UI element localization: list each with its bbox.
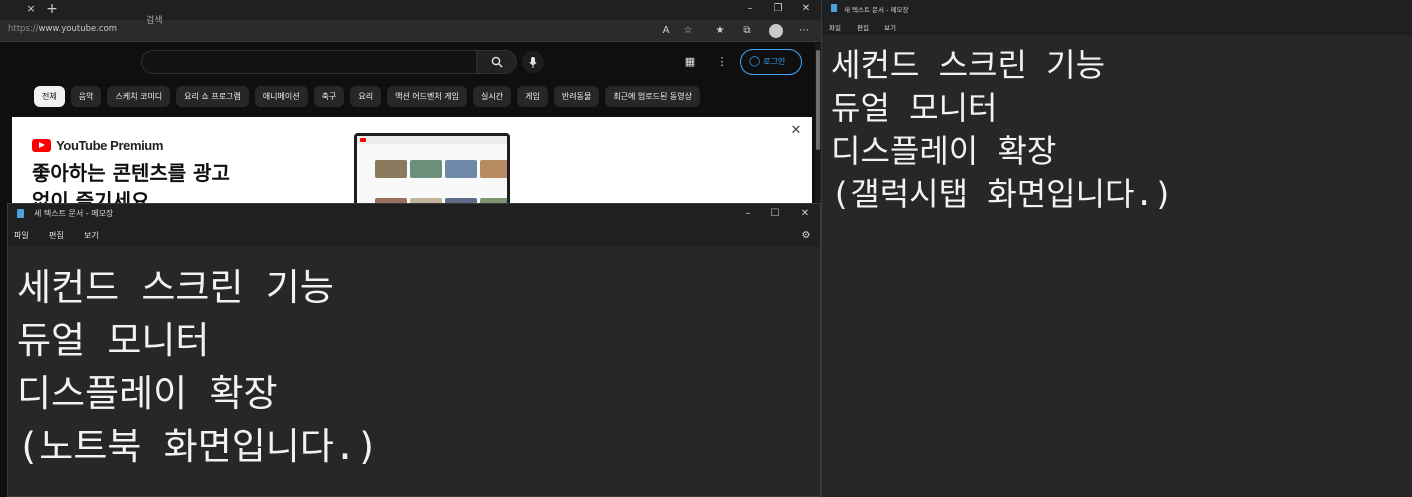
search-placeholder: 검색 <box>146 16 163 26</box>
more-menu-icon[interactable]: ⋯ <box>797 24 811 38</box>
sign-in-label: 로그인 <box>763 57 786 66</box>
chip[interactable]: 스케치 코미디 <box>107 86 171 107</box>
scrollbar-thumb[interactable] <box>816 50 820 150</box>
chip[interactable]: 실시간 <box>473 86 512 107</box>
tab-close-icon[interactable]: × <box>24 2 38 16</box>
text-line: (갤럭시탭 화면입니다.) <box>831 175 1174 213</box>
menu-edit[interactable]: 편집 <box>857 22 869 32</box>
url-text[interactable]: https://www.youtube.com <box>8 24 117 34</box>
search-button[interactable] <box>477 50 517 74</box>
window-title: 새 텍스트 문서 - 메모장 <box>844 6 909 14</box>
favorites-icon[interactable]: ★ <box>713 24 727 38</box>
minimize-button[interactable]: – <box>742 2 758 16</box>
text-line: 디스플레이 확장 <box>831 132 1057 170</box>
youtube-play-icon <box>32 139 51 152</box>
document-text-area[interactable]: 세컨드 스크린 기능 듀얼 모니터 디스플레이 확장 (노트북 화면입니다.) <box>17 261 797 473</box>
notepad-icon <box>831 4 837 12</box>
chip[interactable]: 애니메이션 <box>254 86 308 107</box>
tab-strip: × + – ❐ ✕ <box>0 0 821 20</box>
text-line: 세컨드 스크린 기능 <box>17 266 334 309</box>
chip[interactable]: 반려동물 <box>553 86 600 107</box>
menu-bar: 파일 편집 보기 <box>822 18 1412 35</box>
search-icon <box>491 56 502 68</box>
notepad-window-tablet: 새 텍스트 문서 - 메모장 파일 편집 보기 세컨드 스크린 기능 듀얼 모니… <box>821 0 1412 497</box>
menu-file[interactable]: 파일 <box>829 22 841 32</box>
text-line: 세컨드 스크린 기능 <box>831 46 1106 84</box>
read-aloud-icon[interactable]: A <box>659 24 673 38</box>
document-text-area[interactable]: 세컨드 스크린 기능 듀얼 모니터 디스플레이 확장 (갤럭시탭 화면입니다.) <box>831 44 1401 216</box>
premium-promo-banner: YouTube Premium 좋아하는 콘텐츠를 광고 없이 즐기세요 ✕ <box>12 117 812 223</box>
text-line: 듀얼 모니터 <box>17 319 210 362</box>
window-title: 세 텍스트 문서 - 메모장 <box>34 209 114 218</box>
voice-search-button[interactable] <box>522 51 544 73</box>
chip[interactable]: 음악 <box>70 86 102 107</box>
close-button[interactable]: ✕ <box>797 207 813 221</box>
text-line: 디스플레이 확장 <box>17 372 278 415</box>
apps-grid-icon[interactable]: ▦ <box>683 55 697 69</box>
search-input[interactable] <box>141 50 477 74</box>
close-promo-icon[interactable]: ✕ <box>788 123 804 139</box>
address-bar[interactable]: https://www.youtube.com A ☆ ★ ⧉ ⋯ <box>0 20 821 42</box>
minimize-button[interactable]: – <box>740 207 756 221</box>
chip[interactable]: 최근에 업로드된 동영상 <box>605 86 700 107</box>
menu-file[interactable]: 파일 <box>14 230 29 241</box>
url-scheme: https:// <box>8 24 39 34</box>
profile-avatar[interactable] <box>769 24 783 38</box>
menu-view[interactable]: 보기 <box>884 22 896 32</box>
category-chips: 전체 음악 스케치 코미디 요리 쇼 프로그램 애니메이션 축구 요리 액션 어드벤처 게임 실… <box>34 86 706 108</box>
settings-more-icon[interactable]: ⋮ <box>715 55 729 69</box>
youtube-premium-logo: YouTube Premium <box>32 135 163 153</box>
text-line: 듀얼 모니터 <box>831 89 998 127</box>
title-bar: 새 텍스트 문서 - 메모장 <box>822 0 1412 18</box>
menu-bar: 파일 편집 보기 <box>8 224 820 247</box>
chip[interactable]: 게임 <box>517 86 548 107</box>
desktop: × + – ❐ ✕ https://www.youtube.com A ☆ ★ … <box>0 0 1412 497</box>
add-favorite-icon[interactable]: ☆ <box>681 24 695 38</box>
chip[interactable]: 액션 어드벤처 게임 <box>387 86 468 107</box>
sign-in-button[interactable]: ◯ 로그인 <box>740 49 802 75</box>
gear-icon[interactable]: ⚙ <box>799 229 813 243</box>
notepad-window-laptop: 세 텍스트 문서 - 메모장 – ☐ ✕ 파일 편집 보기 ⚙ 세컨드 스크린 … <box>7 203 821 497</box>
chip[interactable]: 요리 쇼 프로그램 <box>176 86 249 107</box>
chip[interactable]: 요리 <box>350 86 382 107</box>
youtube-header: ▦ ⋮ ◯ 로그인 <box>0 43 815 79</box>
menu-view[interactable]: 보기 <box>84 230 99 241</box>
title-bar: 세 텍스트 문서 - 메모장 – ☐ ✕ <box>8 204 820 224</box>
chip-all[interactable]: 전체 <box>34 86 65 107</box>
maximize-button[interactable]: ☐ <box>767 207 783 221</box>
url-host: www.youtube.com <box>38 24 118 34</box>
close-button[interactable]: ✕ <box>798 2 814 16</box>
microphone-icon <box>529 56 537 68</box>
menu-edit[interactable]: 편집 <box>49 230 64 241</box>
collections-icon[interactable]: ⧉ <box>740 24 754 38</box>
text-line: (노트북 화면입니다.) <box>17 425 379 468</box>
restore-button[interactable]: ❐ <box>770 2 786 16</box>
account-icon: ◯ <box>749 56 761 67</box>
notepad-icon <box>17 209 24 218</box>
chip[interactable]: 축구 <box>313 86 345 107</box>
new-tab-button[interactable]: + <box>44 1 60 17</box>
